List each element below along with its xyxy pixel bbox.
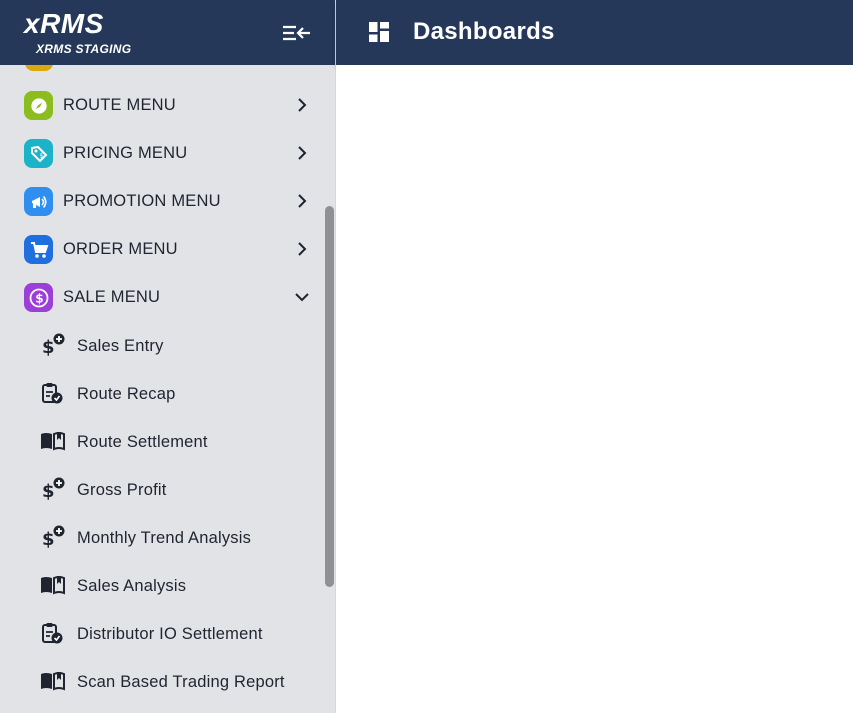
cart-icon bbox=[24, 235, 53, 264]
svg-text:$: $ bbox=[39, 152, 43, 159]
sidebar-subitem-label: Route Settlement bbox=[77, 433, 208, 451]
dollar-icon: $ bbox=[24, 283, 53, 312]
dollar-plus-icon: $ bbox=[42, 525, 65, 549]
app-logo-title: xRMS bbox=[24, 8, 104, 39]
sidebar-subitem-gross-profit[interactable]: $ Gross Profit bbox=[0, 465, 322, 513]
sidebar-menu: ROUTE MENU $ PRICING MENU PROMOTION MENU… bbox=[0, 81, 322, 705]
sidebar-subitem-label: Gross Profit bbox=[77, 481, 167, 499]
chevron-right-icon bbox=[298, 98, 307, 112]
dashboard-grid-icon bbox=[369, 22, 389, 42]
sidebar-item-label: PROMOTION MENU bbox=[63, 192, 221, 210]
main-content bbox=[336, 65, 853, 713]
sidebar-subitem-label: Monthly Trend Analysis bbox=[77, 529, 252, 547]
sidebar-subitem-label: Distributor IO Settlement bbox=[77, 625, 263, 643]
book-open-icon bbox=[41, 672, 65, 691]
sidebar-subitem-distributor-io-settlement[interactable]: Distributor IO Settlement bbox=[0, 609, 322, 657]
chevron-right-icon bbox=[298, 146, 307, 160]
sidebar: ROUTE MENU $ PRICING MENU PROMOTION MENU… bbox=[0, 0, 336, 713]
chevron-down-icon bbox=[295, 293, 309, 302]
sidebar-item-pricing-menu[interactable]: $ PRICING MENU bbox=[0, 129, 322, 177]
sidebar-subitem-label: Route Recap bbox=[77, 385, 176, 403]
sidebar-item-label: ROUTE MENU bbox=[63, 96, 176, 114]
sidebar-item-label: SALE MENU bbox=[63, 288, 161, 306]
clipboard-check-icon bbox=[42, 623, 63, 644]
svg-text:$: $ bbox=[42, 529, 55, 549]
sidebar-item-order-menu[interactable]: ORDER MENU bbox=[0, 225, 322, 273]
clipboard-check-icon bbox=[42, 383, 63, 404]
sidebar-subitem-scan-based-trading-report[interactable]: Scan Based Trading Report bbox=[0, 657, 322, 705]
sidebar-subitem-route-recap[interactable]: Route Recap bbox=[0, 369, 322, 417]
sidebar-item-label: ORDER MENU bbox=[63, 240, 178, 258]
chevron-right-icon bbox=[298, 194, 307, 208]
svg-text:$: $ bbox=[42, 337, 55, 357]
sidebar-subitem-sales-entry[interactable]: $ Sales Entry bbox=[0, 321, 322, 369]
sidebar-subitem-sales-analysis[interactable]: Sales Analysis bbox=[0, 561, 322, 609]
price-tag-icon: $ bbox=[24, 139, 53, 168]
sidebar-scrollbar-thumb[interactable] bbox=[325, 206, 334, 587]
dollar-plus-icon: $ bbox=[42, 333, 65, 357]
chevron-right-icon bbox=[298, 242, 307, 256]
book-open-icon bbox=[41, 576, 65, 595]
book-open-icon bbox=[41, 432, 65, 451]
svg-text:$: $ bbox=[35, 291, 43, 305]
megaphone-icon bbox=[24, 187, 53, 216]
environment-label: XRMS STAGING bbox=[36, 42, 132, 56]
sidebar-item-route-menu[interactable]: ROUTE MENU bbox=[0, 81, 322, 129]
sidebar-subitem-label: Scan Based Trading Report bbox=[77, 673, 285, 691]
page-title: Dashboards bbox=[413, 18, 555, 45]
compass-icon bbox=[24, 91, 53, 120]
svg-text:$: $ bbox=[42, 481, 55, 501]
sidebar-subitem-label: Sales Entry bbox=[77, 337, 164, 355]
sidebar-subitem-label: Sales Analysis bbox=[77, 577, 187, 595]
sidebar-subitem-monthly-trend-analysis[interactable]: $ Monthly Trend Analysis bbox=[0, 513, 322, 561]
sidebar-item-label: PRICING MENU bbox=[63, 144, 188, 162]
sidebar-item-sale-menu[interactable]: $ SALE MENU bbox=[0, 273, 322, 321]
sidebar-item-promotion-menu[interactable]: PROMOTION MENU bbox=[0, 177, 322, 225]
collapse-sidebar-icon[interactable] bbox=[280, 20, 314, 46]
sidebar-subitem-route-settlement[interactable]: Route Settlement bbox=[0, 417, 322, 465]
dollar-plus-icon: $ bbox=[42, 477, 65, 501]
brand-header: xRMS XRMS STAGING bbox=[0, 0, 335, 65]
top-bar: Dashboards bbox=[336, 0, 853, 65]
